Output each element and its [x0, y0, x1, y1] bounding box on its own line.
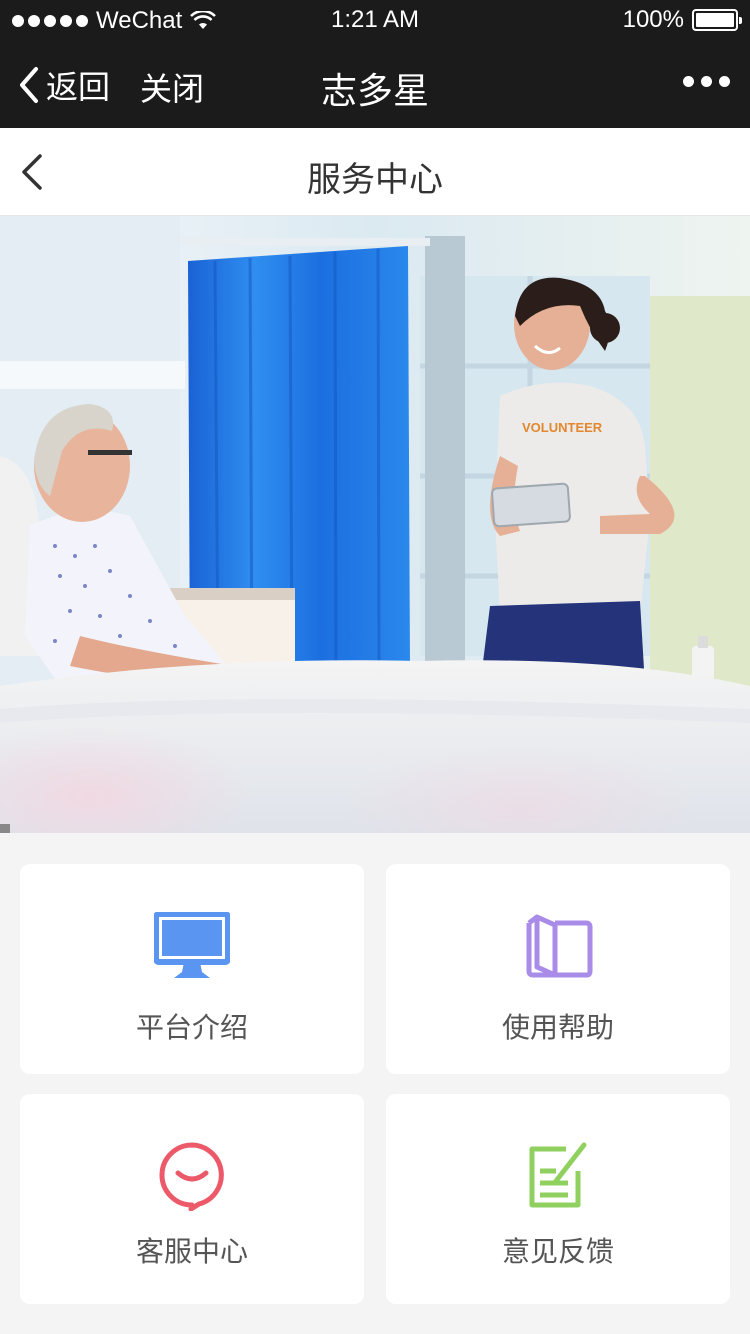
hero-banner: VOLUNTEER [0, 216, 750, 833]
battery-fill [696, 13, 734, 27]
page-title: 服务中心 [307, 160, 443, 200]
service-grid: 平台介绍 使用帮助 客服中心 意见反馈 [20, 864, 730, 1304]
battery-icon [692, 9, 742, 31]
wechat-nav-bar: 返回 关闭 志多星 [0, 40, 750, 128]
book-icon [386, 910, 730, 982]
monitor-icon [20, 910, 364, 982]
customer-service-card[interactable]: 客服中心 [20, 1094, 364, 1304]
customer-service-label: 客服中心 [135, 1235, 248, 1268]
wechat-title: 志多星 [320, 71, 429, 112]
feedback-card[interactable]: 意见反馈 [386, 1094, 730, 1304]
battery-percent: 100% [622, 6, 684, 33]
hero-illustration: VOLUNTEER [0, 216, 750, 833]
more-menu-button[interactable] [683, 76, 730, 87]
page-header: 服务中心 [0, 128, 750, 216]
chevron-left-icon [20, 67, 38, 103]
wechat-back-label: 返回 [46, 68, 111, 106]
status-bar: WeChat 1:21 AM 100% [0, 0, 750, 40]
edit-note-icon [386, 1140, 730, 1212]
wechat-close-button[interactable]: 关闭 [140, 64, 204, 110]
usage-help-card[interactable]: 使用帮助 [386, 864, 730, 1074]
platform-intro-card[interactable]: 平台介绍 [20, 864, 364, 1074]
chat-smile-icon [20, 1140, 364, 1212]
usage-help-label: 使用帮助 [501, 1011, 614, 1044]
status-right: 100% [622, 6, 742, 34]
page-back-button[interactable] [16, 152, 50, 192]
feedback-label: 意见反馈 [501, 1235, 614, 1268]
shirt-text: VOLUNTEER [522, 420, 603, 435]
wechat-back-button[interactable]: 返回 [18, 62, 110, 108]
platform-intro-label: 平台介绍 [135, 1011, 248, 1044]
